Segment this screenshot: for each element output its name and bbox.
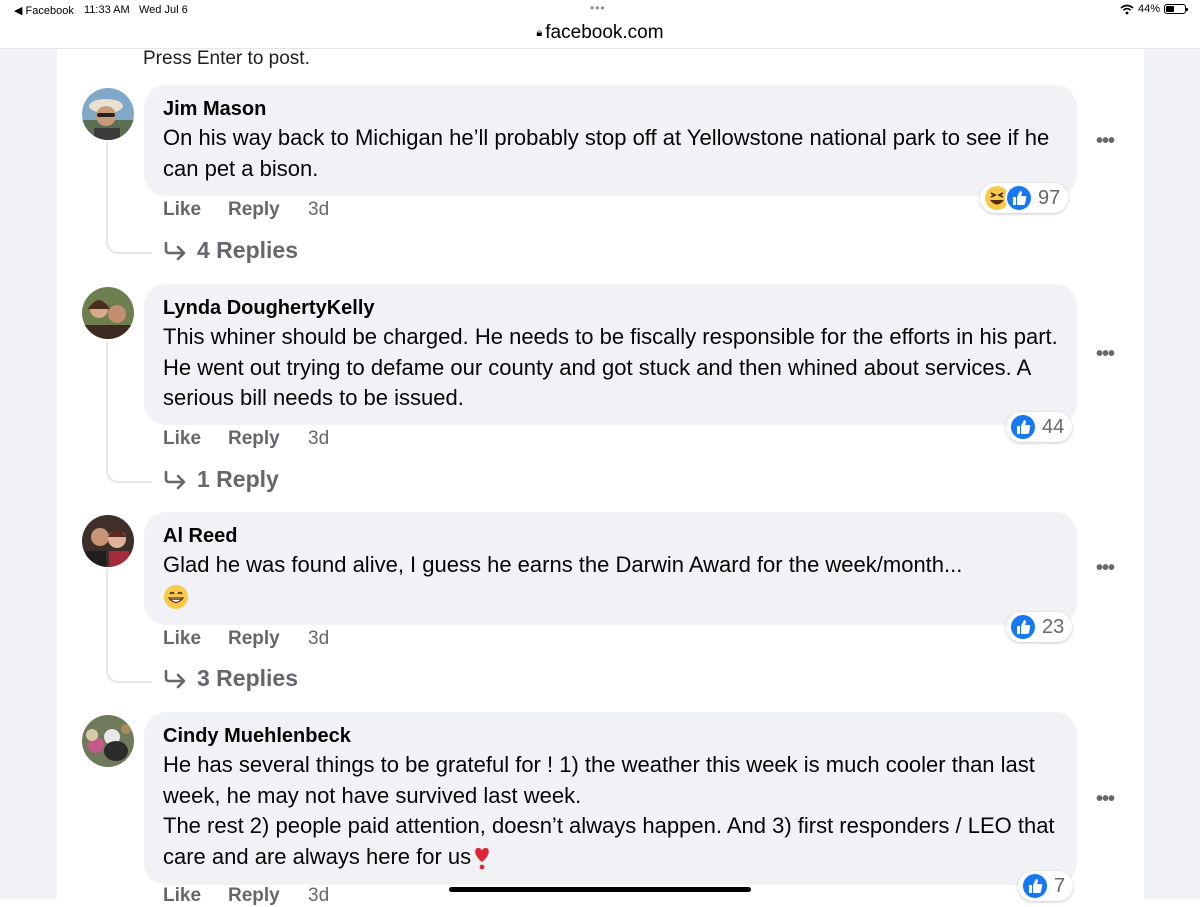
url-text: facebook.com — [545, 22, 664, 43]
avatar[interactable] — [82, 88, 134, 140]
reaction-summary[interactable]: 44 — [1006, 412, 1073, 442]
like-reaction-icon — [1009, 613, 1037, 641]
comment-author[interactable]: Jim Mason — [163, 96, 1058, 122]
more-options-button[interactable]: ••• — [1096, 557, 1115, 580]
comment-actions: Like Reply 3d — [163, 199, 329, 221]
reaction-summary[interactable]: 7 — [1018, 871, 1074, 901]
view-replies-link[interactable]: 1 Reply — [163, 466, 279, 493]
comment-text: He has several things to be grateful for… — [163, 750, 1058, 872]
comment-actions: Like Reply 3d — [163, 628, 329, 650]
avatar[interactable] — [82, 715, 134, 767]
reply-button[interactable]: Reply — [228, 199, 308, 221]
replies-label: 1 Reply — [197, 466, 279, 492]
comment-text-body: Glad he was found alive, I guess he earn… — [163, 552, 963, 577]
like-reaction-icon — [1021, 872, 1049, 900]
comment-timestamp[interactable]: 3d — [308, 628, 329, 650]
comment-bubble: Jim Mason On his way back to Michigan he… — [144, 85, 1077, 196]
comment-bubble: Lynda DoughertyKelly This whiner should … — [144, 284, 1077, 425]
like-button[interactable]: Like — [163, 628, 228, 650]
comment-bubble: Al Reed Glad he was found alive, I guess… — [144, 512, 1077, 625]
reaction-count: 23 — [1042, 615, 1065, 638]
home-indicator[interactable] — [449, 887, 751, 892]
reply-button[interactable]: Reply — [228, 885, 308, 907]
clock: 11:33 AM — [84, 4, 130, 16]
comment-timestamp[interactable]: 3d — [308, 199, 329, 221]
like-reaction-icon — [1005, 184, 1033, 212]
wifi-icon — [1120, 4, 1134, 14]
status-bar: ◀ Facebook 11:33 AM Wed Jul 6 ••• 44% — [0, 0, 1200, 20]
lock-icon: 🔒︎ — [536, 26, 543, 39]
replies-label: 3 Replies — [197, 665, 298, 691]
like-button[interactable]: Like — [163, 885, 228, 907]
heart-exclamation-emoji — [475, 847, 489, 870]
comment-timestamp[interactable]: 3d — [308, 885, 329, 907]
comment-author[interactable]: Al Reed — [163, 523, 1058, 549]
reaction-count: 7 — [1054, 874, 1066, 897]
reply-button[interactable]: Reply — [228, 628, 308, 650]
reply-arrow-icon — [164, 241, 186, 260]
view-replies-link[interactable]: 3 Replies — [163, 665, 298, 692]
composer-hint: Press Enter to post. — [143, 48, 310, 69]
more-options-button[interactable]: ••• — [1096, 130, 1115, 153]
comment-author[interactable]: Cindy Muehlenbeck — [163, 723, 1058, 749]
view-replies-link[interactable]: 4 Replies — [163, 237, 298, 264]
comment-actions: Like Reply 3d — [163, 428, 329, 450]
comment-author[interactable]: Lynda DoughertyKelly — [163, 295, 1058, 321]
battery-icon — [1164, 4, 1188, 14]
back-to-app-link[interactable]: ◀ Facebook — [14, 4, 74, 17]
multitasking-dots[interactable]: ••• — [590, 1, 606, 15]
comment-text: Glad he was found alive, I guess he earn… — [163, 550, 1058, 611]
comment-text-line: He has several things to be grateful for… — [163, 752, 1035, 808]
comment-timestamp[interactable]: 3d — [308, 428, 329, 450]
date: Wed Jul 6 — [139, 4, 188, 16]
comment-bubble: Cindy Muehlenbeck He has several things … — [144, 712, 1077, 885]
reply-arrow-icon — [164, 669, 186, 688]
replies-label: 4 Replies — [197, 237, 298, 263]
comment-actions: Like Reply 3d — [163, 885, 329, 907]
more-options-button[interactable]: ••• — [1096, 343, 1115, 366]
comment-text-line: The rest 2) people paid attention, doesn… — [163, 813, 1055, 869]
like-button[interactable]: Like — [163, 199, 228, 221]
comment-text: On his way back to Michigan he’ll probab… — [163, 125, 1050, 181]
battery-percent: 44% — [1137, 3, 1160, 15]
reaction-summary[interactable]: 23 — [1006, 612, 1073, 642]
avatar[interactable] — [82, 515, 134, 567]
like-reaction-icon — [1009, 413, 1037, 441]
comment-text: This whiner should be charged. He needs … — [163, 324, 1058, 410]
reaction-count: 44 — [1042, 415, 1065, 438]
grinning-face-emoji — [164, 584, 188, 609]
like-button[interactable]: Like — [163, 428, 228, 450]
reply-button[interactable]: Reply — [228, 428, 308, 450]
reply-arrow-icon — [164, 470, 186, 489]
reaction-summary[interactable]: 97 — [980, 183, 1069, 213]
url-bar[interactable]: 🔒︎ facebook.com — [0, 20, 1200, 49]
more-options-button[interactable]: ••• — [1096, 788, 1115, 811]
status-indicators: 44% — [1120, 3, 1188, 15]
reaction-count: 97 — [1038, 186, 1061, 209]
avatar[interactable] — [82, 287, 134, 339]
